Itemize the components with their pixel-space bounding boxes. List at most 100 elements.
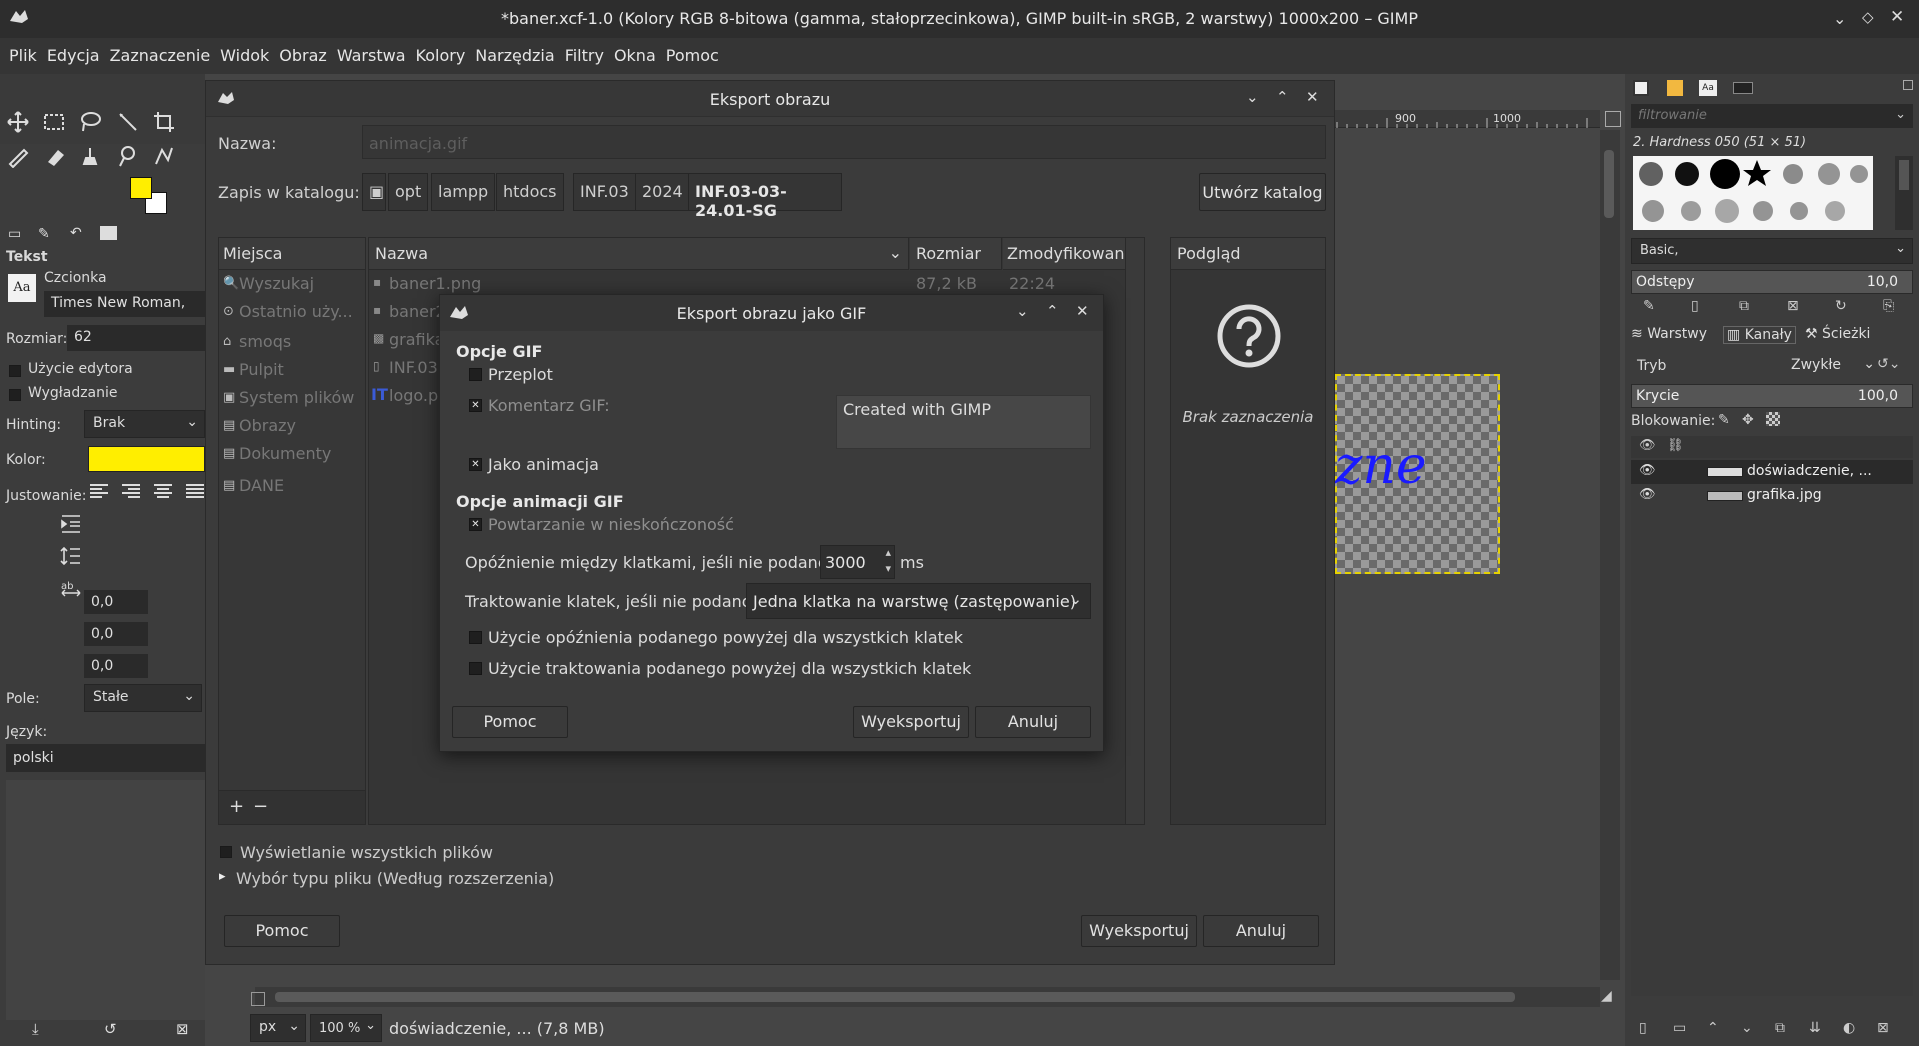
paths-tool-icon[interactable]	[152, 144, 176, 168]
place-search[interactable]: Wyszukaj	[239, 274, 314, 293]
spacing-slider[interactable]: Odstępy 10,0	[1631, 270, 1913, 294]
tab-channels[interactable]: ▥ Kanały	[1723, 326, 1796, 344]
delay-spinbutton[interactable]: 3000 ▴ ▾	[820, 545, 895, 579]
column-header-modified[interactable]: Zmodyfikowano	[1003, 238, 1134, 270]
edit-brush-icon[interactable]: ✎	[1643, 298, 1655, 314]
eye-icon[interactable]: 👁	[1639, 463, 1656, 478]
place-documents[interactable]: Dokumenty	[239, 444, 331, 463]
fuzzy-select-tool-icon[interactable]	[116, 110, 140, 134]
delete-brush-icon[interactable]: ⊠	[1787, 298, 1799, 314]
patterns-tab-icon[interactable]	[1667, 80, 1683, 96]
opacity-slider[interactable]: Krycie 100,0	[1631, 384, 1913, 408]
lock-alpha-icon[interactable]	[1766, 412, 1780, 426]
restore-options-icon[interactable]: ↺	[104, 1020, 117, 1038]
menu-okna[interactable]: Okna	[609, 38, 661, 65]
clone-tool-icon[interactable]	[78, 144, 102, 168]
menu-plik[interactable]: Plik	[4, 38, 42, 65]
duplicate-brush-icon[interactable]: ⧉	[1739, 298, 1749, 314]
reset-mode-icon[interactable]: ↺⌄	[1877, 356, 1900, 372]
vertical-scrollbar[interactable]	[1600, 130, 1620, 980]
comment-checkbox[interactable]: ✕	[469, 399, 482, 412]
name-input[interactable]: animacja.gif	[362, 125, 1326, 159]
maximize-icon[interactable]: ⌃	[1046, 302, 1059, 320]
close-icon[interactable]: ✕	[1306, 88, 1319, 106]
quick-mask-icon[interactable]	[251, 992, 265, 1006]
hinting-select[interactable]: Brak ⌄	[84, 410, 205, 438]
place-home[interactable]: smoqs	[239, 332, 291, 351]
letter-spacing-icon[interactable]: ab	[60, 578, 82, 598]
layer-row[interactable]: 👁 doświadczenie, ...	[1631, 460, 1913, 484]
breadcrumb-htdocs[interactable]: htdocs	[496, 173, 564, 211]
remove-place-icon[interactable]: −	[253, 796, 268, 817]
duplicate-layer-icon[interactable]: ⧉	[1775, 1020, 1785, 1036]
antialias-checkbox[interactable]	[9, 389, 21, 401]
maximize-icon[interactable]: ◇	[1862, 8, 1874, 26]
justify-fill-icon[interactable]	[184, 482, 205, 500]
eye-icon[interactable]: 👁	[1639, 487, 1656, 502]
breadcrumb-inf03-03-24[interactable]: INF.03-03-24.01-SG	[688, 173, 842, 220]
refresh-brushes-icon[interactable]: ↻	[1835, 298, 1847, 314]
device-status-tab-icon[interactable]: ✎	[38, 226, 50, 242]
loop-checkbox[interactable]: ✕	[469, 518, 482, 531]
new-group-icon[interactable]: ▭	[1673, 1020, 1686, 1036]
place-recent[interactable]: Ostatnio uży...	[239, 302, 353, 321]
brush-set-select[interactable]: Basic, ⌄	[1631, 238, 1913, 264]
new-brush-icon[interactable]: ▯	[1691, 298, 1699, 314]
animation-checkbox[interactable]: ✕	[469, 458, 482, 471]
minimize-icon[interactable]: ⌄	[1833, 9, 1846, 28]
increment-icon[interactable]: ▴	[885, 546, 891, 559]
brush-filter-input[interactable]: filtrowanie ⌄	[1631, 104, 1913, 128]
foreground-color-swatch[interactable]	[130, 177, 152, 199]
undo-history-tab-icon[interactable]: ↶	[70, 225, 82, 241]
add-place-icon[interactable]: +	[229, 796, 244, 817]
dock-menu-icon[interactable]	[1903, 80, 1913, 90]
merge-layer-icon[interactable]: ⇊	[1809, 1020, 1821, 1036]
menu-kolory[interactable]: Kolory	[411, 38, 471, 65]
close-icon[interactable]: ✕	[1890, 7, 1904, 27]
menu-obraz[interactable]: Obraz	[274, 38, 332, 65]
layer-row[interactable]: 👁 grafika.jpg	[1631, 484, 1913, 508]
help-button[interactable]: Pomoc	[224, 915, 340, 947]
menu-edycja[interactable]: Edycja	[42, 38, 105, 65]
language-input[interactable]: polski	[6, 744, 205, 772]
brushes-tab-icon[interactable]	[1633, 80, 1649, 96]
eraser-tool-icon[interactable]	[42, 144, 66, 168]
gradients-tab-icon[interactable]	[1733, 82, 1753, 94]
delete-options-icon[interactable]: ⊠	[176, 1020, 189, 1038]
minimize-icon[interactable]: ⌄	[1246, 88, 1259, 106]
zoom-to-fit-icon[interactable]: ◢	[1601, 988, 1612, 1004]
delete-layer-icon[interactable]: ⊠	[1877, 1020, 1889, 1036]
line-spacing-input[interactable]: 0,0	[84, 622, 148, 646]
lock-position-icon[interactable]: ✥	[1742, 412, 1754, 428]
raise-layer-icon[interactable]: ⌃	[1707, 1020, 1719, 1036]
lower-layer-icon[interactable]: ⌄	[1741, 1020, 1753, 1036]
indent-icon[interactable]	[60, 514, 82, 534]
text-color-button[interactable]	[88, 446, 205, 472]
save-options-icon[interactable]: ⤓	[32, 1020, 39, 1038]
new-layer-icon[interactable]: ▯	[1639, 1020, 1647, 1036]
breadcrumb-2024[interactable]: 2024	[635, 173, 690, 211]
create-folder-button[interactable]: Utwórz katalog	[1199, 173, 1326, 211]
breadcrumb-opt[interactable]: opt	[388, 173, 429, 211]
decrement-icon[interactable]: ▾	[885, 562, 891, 575]
place-filesystem[interactable]: System plików	[239, 388, 354, 407]
gif-export-button[interactable]: Wyeksportuj	[853, 706, 969, 738]
mask-layer-icon[interactable]: ◐	[1843, 1020, 1855, 1036]
show-all-files-checkbox[interactable]	[220, 846, 232, 858]
gif-cancel-button[interactable]: Anuluj	[975, 706, 1091, 738]
size-input[interactable]: 62	[67, 325, 205, 351]
file-list-scrollbar[interactable]	[1125, 238, 1144, 824]
tab-paths[interactable]: ⚒ Ścieżki	[1805, 326, 1870, 342]
use-delay-checkbox[interactable]	[469, 631, 482, 644]
zoom-select[interactable]: 100 % ⌄	[310, 1014, 382, 1042]
use-disposal-checkbox[interactable]	[469, 662, 482, 675]
menu-zaznaczenie[interactable]: Zaznaczenie	[105, 38, 216, 65]
justify-center-icon[interactable]	[152, 482, 174, 500]
unit-select[interactable]: px ⌄	[250, 1014, 306, 1042]
images-tab-icon[interactable]	[100, 226, 117, 240]
image-canvas[interactable]: zne	[1335, 374, 1500, 574]
line-spacing-icon[interactable]	[60, 546, 82, 566]
menu-warstwa[interactable]: Warstwa	[332, 38, 411, 65]
menu-filtry[interactable]: Filtry	[560, 38, 609, 65]
brush-scrollbar[interactable]	[1895, 156, 1913, 230]
